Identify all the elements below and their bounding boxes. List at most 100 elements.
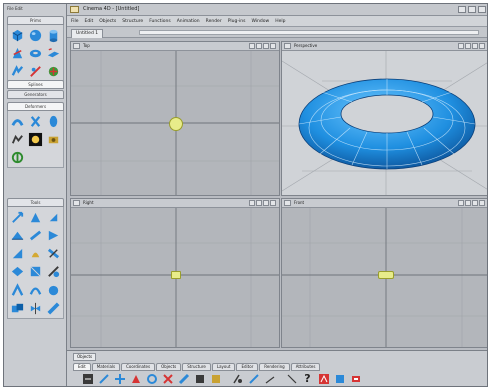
tube-tool[interactable] (27, 63, 43, 79)
document-tab[interactable]: Untitled 1 (71, 29, 104, 38)
boolean-tool[interactable] (9, 300, 25, 316)
viewport-front[interactable]: Front (281, 198, 487, 348)
mirror-tool[interactable] (9, 263, 25, 279)
z-axis-button[interactable] (193, 372, 206, 385)
menu-animation[interactable]: Animation (177, 19, 200, 24)
viewport-top[interactable]: Top (70, 41, 280, 196)
tab-objects[interactable]: Objects (156, 363, 182, 371)
maximize-button[interactable] (468, 6, 476, 13)
spline-circle-tool[interactable] (45, 282, 61, 298)
brush-tool[interactable] (27, 245, 43, 261)
bridge-tool[interactable] (9, 245, 25, 261)
menu-objects[interactable]: Objects (99, 19, 116, 24)
sphere-tool[interactable] (27, 27, 43, 43)
viewport-pan-button[interactable] (249, 200, 255, 206)
viewport-menu-icon[interactable] (73, 200, 80, 206)
model-button[interactable] (231, 372, 244, 385)
group-tab-generators[interactable]: Generators (7, 90, 64, 99)
viewport-rotate-button[interactable] (472, 43, 478, 49)
group-tab-prims[interactable]: Prims (7, 16, 64, 25)
viewport-menu-icon[interactable] (284, 200, 291, 206)
weld-tool[interactable] (27, 263, 43, 279)
x-axis-button[interactable] (161, 372, 174, 385)
object-gizmo[interactable] (378, 271, 394, 279)
menu-file[interactable]: File (71, 19, 79, 24)
viewport-zoom-button[interactable] (465, 200, 471, 206)
menu-help[interactable]: Help (275, 19, 285, 24)
tab-attributes[interactable]: Attributes (290, 363, 321, 371)
menu-plugins[interactable]: Plug-ins (228, 19, 246, 24)
world-button[interactable] (209, 372, 222, 385)
tab-edit[interactable]: Edit (73, 363, 91, 371)
array-tool[interactable] (45, 300, 61, 316)
viewport-rotate-button[interactable] (472, 200, 478, 206)
viewport-zoom-button[interactable] (465, 43, 471, 49)
extrude-tool[interactable] (9, 227, 25, 243)
twist-tool[interactable] (27, 113, 43, 129)
tab-layout[interactable]: Layout (211, 363, 236, 371)
tab-coordinates[interactable]: Coordinates (121, 363, 156, 371)
viewport-pan-button[interactable] (458, 200, 464, 206)
object-gizmo[interactable] (169, 117, 183, 131)
tab-materials[interactable]: Materials (91, 363, 121, 371)
minimize-button[interactable] (458, 6, 466, 13)
landscape-tool[interactable] (45, 63, 61, 79)
viewport-maximize-button[interactable] (479, 200, 485, 206)
viewport-rotate-button[interactable] (263, 200, 269, 206)
group-tab-splines[interactable]: Splines (7, 80, 64, 89)
menu-edit[interactable]: Edit (85, 19, 94, 24)
viewport-menu-icon[interactable] (73, 43, 80, 49)
tab-structure[interactable]: Structure (182, 363, 211, 371)
bevel-tool[interactable] (45, 227, 61, 243)
spline-pen-tool[interactable] (9, 282, 25, 298)
smooth-tool[interactable] (45, 263, 61, 279)
menu-functions[interactable]: Functions (149, 19, 171, 24)
scene-tool[interactable] (9, 131, 25, 147)
bend-tool[interactable] (9, 113, 25, 129)
polygon-button[interactable] (285, 372, 298, 385)
render-settings-button[interactable] (349, 372, 362, 385)
viewport-maximize-button[interactable] (270, 43, 276, 49)
help-button[interactable]: ? (301, 372, 314, 385)
viewport-pan-button[interactable] (249, 43, 255, 49)
move-tool[interactable] (9, 209, 25, 225)
rotate-tool[interactable] (45, 209, 61, 225)
cube-tool[interactable] (9, 27, 25, 43)
tab-rendering[interactable]: Rendering (259, 363, 290, 371)
torus-tool[interactable] (27, 45, 43, 61)
cylinder-tool[interactable] (45, 27, 61, 43)
viewport-maximize-button[interactable] (270, 200, 276, 206)
scale-tool[interactable] (27, 209, 43, 225)
tab-editor[interactable]: Editor (236, 363, 259, 371)
light-tool[interactable] (27, 131, 43, 147)
viewport-maximize-button[interactable] (479, 43, 485, 49)
group-tab-tools[interactable]: Tools (7, 198, 64, 207)
viewport-menu-icon[interactable] (284, 43, 291, 49)
object-button[interactable] (247, 372, 260, 385)
move-button[interactable] (113, 372, 126, 385)
undo-button[interactable] (81, 372, 94, 385)
render-picture-button[interactable] (333, 372, 346, 385)
menu-render[interactable]: Render (206, 19, 222, 24)
torus-model[interactable] (292, 62, 482, 182)
viewport-pan-button[interactable] (458, 43, 464, 49)
viewport-perspective[interactable]: Perspective (281, 41, 487, 196)
figure-tool[interactable] (9, 63, 25, 79)
command-field[interactable] (139, 30, 479, 35)
bulge-tool[interactable] (45, 113, 61, 129)
viewport-rotate-button[interactable] (263, 43, 269, 49)
scale-button[interactable] (129, 372, 142, 385)
camera-tool[interactable] (45, 131, 61, 147)
spline-arc-tool[interactable] (27, 282, 43, 298)
group-tab-deformers[interactable]: Deformers (7, 102, 64, 111)
symmetry-tool[interactable] (27, 300, 43, 316)
viewport-zoom-button[interactable] (256, 43, 262, 49)
null-tool[interactable] (9, 149, 25, 165)
object-gizmo[interactable] (171, 271, 181, 279)
plane-tool[interactable] (45, 45, 61, 61)
magnet-tool[interactable] (45, 245, 61, 261)
viewport-right[interactable]: Right (70, 198, 280, 348)
viewport-zoom-button[interactable] (256, 200, 262, 206)
y-axis-button[interactable] (177, 372, 190, 385)
rotate-button[interactable] (145, 372, 158, 385)
